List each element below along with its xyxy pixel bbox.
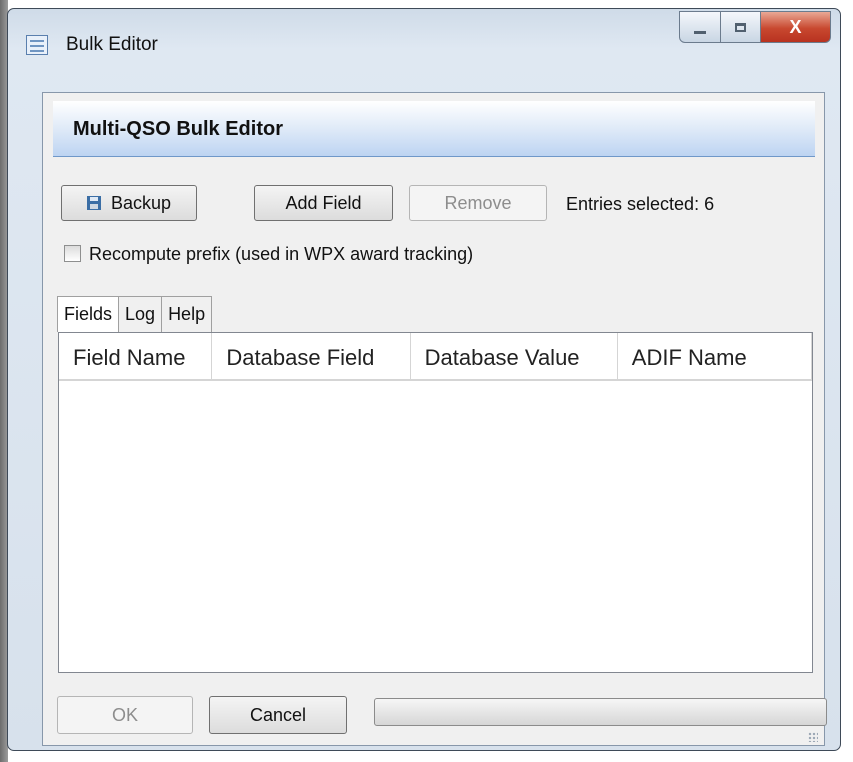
close-icon: X: [789, 16, 802, 37]
tab-help[interactable]: Help: [161, 296, 213, 332]
table-header: Field Name Database Field Database Value…: [59, 333, 812, 381]
tab-fields[interactable]: Fields: [57, 296, 120, 332]
entries-selected-text: Entries selected: 6: [566, 194, 715, 214]
tab-log[interactable]: Log: [118, 296, 163, 332]
header-banner: Multi-QSO Bulk Editor: [53, 101, 815, 157]
close-button[interactable]: X: [761, 11, 831, 43]
column-header-database-field[interactable]: Database Field: [212, 333, 411, 379]
bulk-editor-icon: [26, 35, 48, 55]
minimize-icon: [694, 30, 706, 34]
progress-bar: [374, 698, 827, 726]
column-header-adif-name[interactable]: ADIF Name: [618, 333, 812, 379]
window-title: Bulk Editor: [66, 34, 158, 55]
resize-grip-icon[interactable]: [808, 732, 818, 742]
column-header-database-value[interactable]: Database Value: [411, 333, 618, 379]
column-header-field-name[interactable]: Field Name: [59, 333, 213, 379]
bulk-editor-window: Bulk Editor X Multi-QSO Bulk Editor Back…: [7, 8, 841, 751]
remove-button-label: Remove: [444, 192, 512, 213]
remove-button[interactable]: Remove: [409, 185, 547, 221]
page-title: Multi-QSO Bulk Editor: [73, 118, 283, 140]
backup-button[interactable]: Backup: [61, 185, 197, 221]
add-field-button[interactable]: Add Field: [254, 185, 393, 221]
cancel-button[interactable]: Cancel: [209, 696, 347, 734]
fields-table[interactable]: Field Name Database Field Database Value…: [58, 332, 813, 673]
maximize-button[interactable]: [721, 11, 761, 43]
window-controls: X: [679, 11, 831, 43]
dialog-body: Multi-QSO Bulk Editor Backup Add Field R…: [42, 92, 827, 746]
recompute-prefix-checkbox[interactable]: [64, 245, 81, 262]
maximize-icon: [735, 22, 746, 32]
floppy-disk-icon: [86, 196, 101, 210]
cancel-button-label: Cancel: [249, 704, 307, 725]
recompute-prefix-label[interactable]: Recompute prefix (used in WPX award trac…: [89, 244, 473, 265]
tab-strip: Fields Log Help: [57, 296, 213, 332]
backup-button-label: Backup: [110, 192, 172, 213]
add-field-button-label: Add Field: [285, 192, 362, 213]
title-bar[interactable]: Bulk Editor X: [8, 9, 840, 73]
ok-button[interactable]: OK: [57, 696, 193, 734]
ok-button-label: OK: [111, 704, 138, 725]
minimize-button[interactable]: [679, 11, 721, 43]
